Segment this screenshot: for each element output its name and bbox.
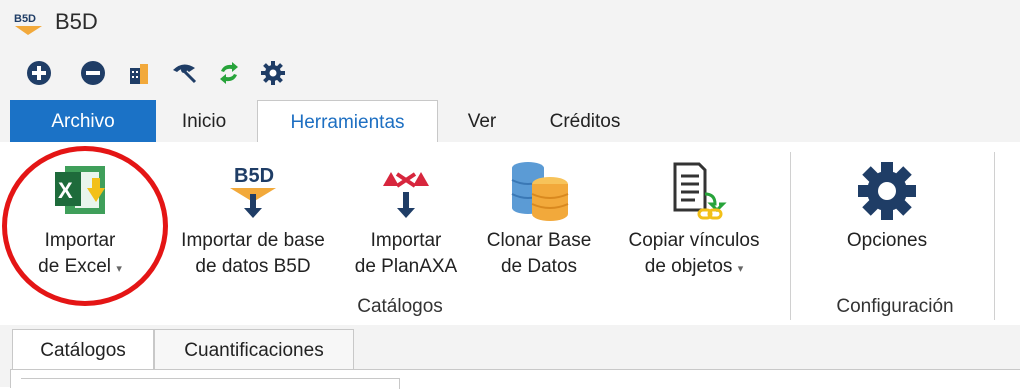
options-button[interactable]: Opciones bbox=[812, 142, 962, 302]
settings-icon[interactable] bbox=[256, 56, 290, 90]
svg-text:B5D: B5D bbox=[14, 13, 36, 25]
options-label: Opciones bbox=[846, 230, 928, 251]
copy-links-icon bbox=[673, 162, 727, 220]
content-panel bbox=[21, 378, 400, 389]
tab-ver[interactable]: Ver bbox=[452, 100, 512, 142]
building-icon[interactable] bbox=[122, 56, 156, 90]
gear-icon bbox=[858, 162, 916, 220]
quick-access-toolbar: ▾ ▾ bbox=[0, 48, 1020, 125]
import-planaxa-button[interactable]: Importar de PlanAXA bbox=[346, 142, 466, 302]
clone-database-label: Clonar Base de Datos bbox=[486, 230, 592, 277]
ribbon-tabs: Archivo Inicio Herramientas Ver Créditos bbox=[0, 100, 1020, 143]
b5d-import-icon: B5D bbox=[230, 165, 276, 218]
view-icon[interactable] bbox=[168, 56, 202, 90]
group-separator bbox=[994, 152, 995, 320]
import-b5d-label: Importar de base de datos B5D bbox=[181, 230, 325, 277]
database-clone-icon bbox=[511, 162, 569, 221]
import-b5d-button[interactable]: B5D Importar de base de datos B5D bbox=[158, 142, 348, 302]
group-label-catalogos: Catálogos bbox=[357, 296, 443, 317]
title-bar: B5D B5D bbox=[0, 0, 1020, 48]
copy-links-button[interactable]: Copiar vínculos de objetos ▾ bbox=[614, 142, 774, 302]
copy-links-label: Copiar vínculos de objetos ▾ bbox=[628, 230, 760, 277]
group-label-configuracion: Configuración bbox=[836, 296, 954, 317]
import-planaxa-label: Importar de PlanAXA bbox=[354, 230, 458, 277]
document-content bbox=[10, 369, 1020, 389]
clone-database-button[interactable]: Clonar Base de Datos bbox=[474, 142, 604, 302]
tab-inicio[interactable]: Inicio bbox=[164, 100, 244, 142]
add-icon[interactable] bbox=[22, 56, 56, 90]
tab-archivo[interactable]: Archivo bbox=[10, 100, 156, 142]
axa-import-icon bbox=[383, 172, 429, 218]
svg-text:B5D: B5D bbox=[234, 165, 274, 187]
group-separator bbox=[790, 152, 791, 320]
highlight-circle bbox=[2, 146, 168, 306]
tab-creditos[interactable]: Créditos bbox=[530, 100, 640, 142]
copy-links-chevron-down-icon: ▾ bbox=[737, 263, 744, 275]
app-logo-icon: B5D bbox=[14, 13, 42, 35]
tab-herramientas[interactable]: Herramientas bbox=[257, 100, 438, 143]
doc-tab-catalogos[interactable]: Catálogos bbox=[12, 329, 154, 369]
refresh-icon[interactable] bbox=[212, 56, 246, 90]
document-area: Catálogos Cuantificaciones bbox=[0, 325, 1020, 389]
doc-tab-cuantificaciones[interactable]: Cuantificaciones bbox=[154, 329, 354, 369]
app-title: B5D bbox=[55, 9, 98, 34]
remove-icon[interactable] bbox=[76, 56, 110, 90]
